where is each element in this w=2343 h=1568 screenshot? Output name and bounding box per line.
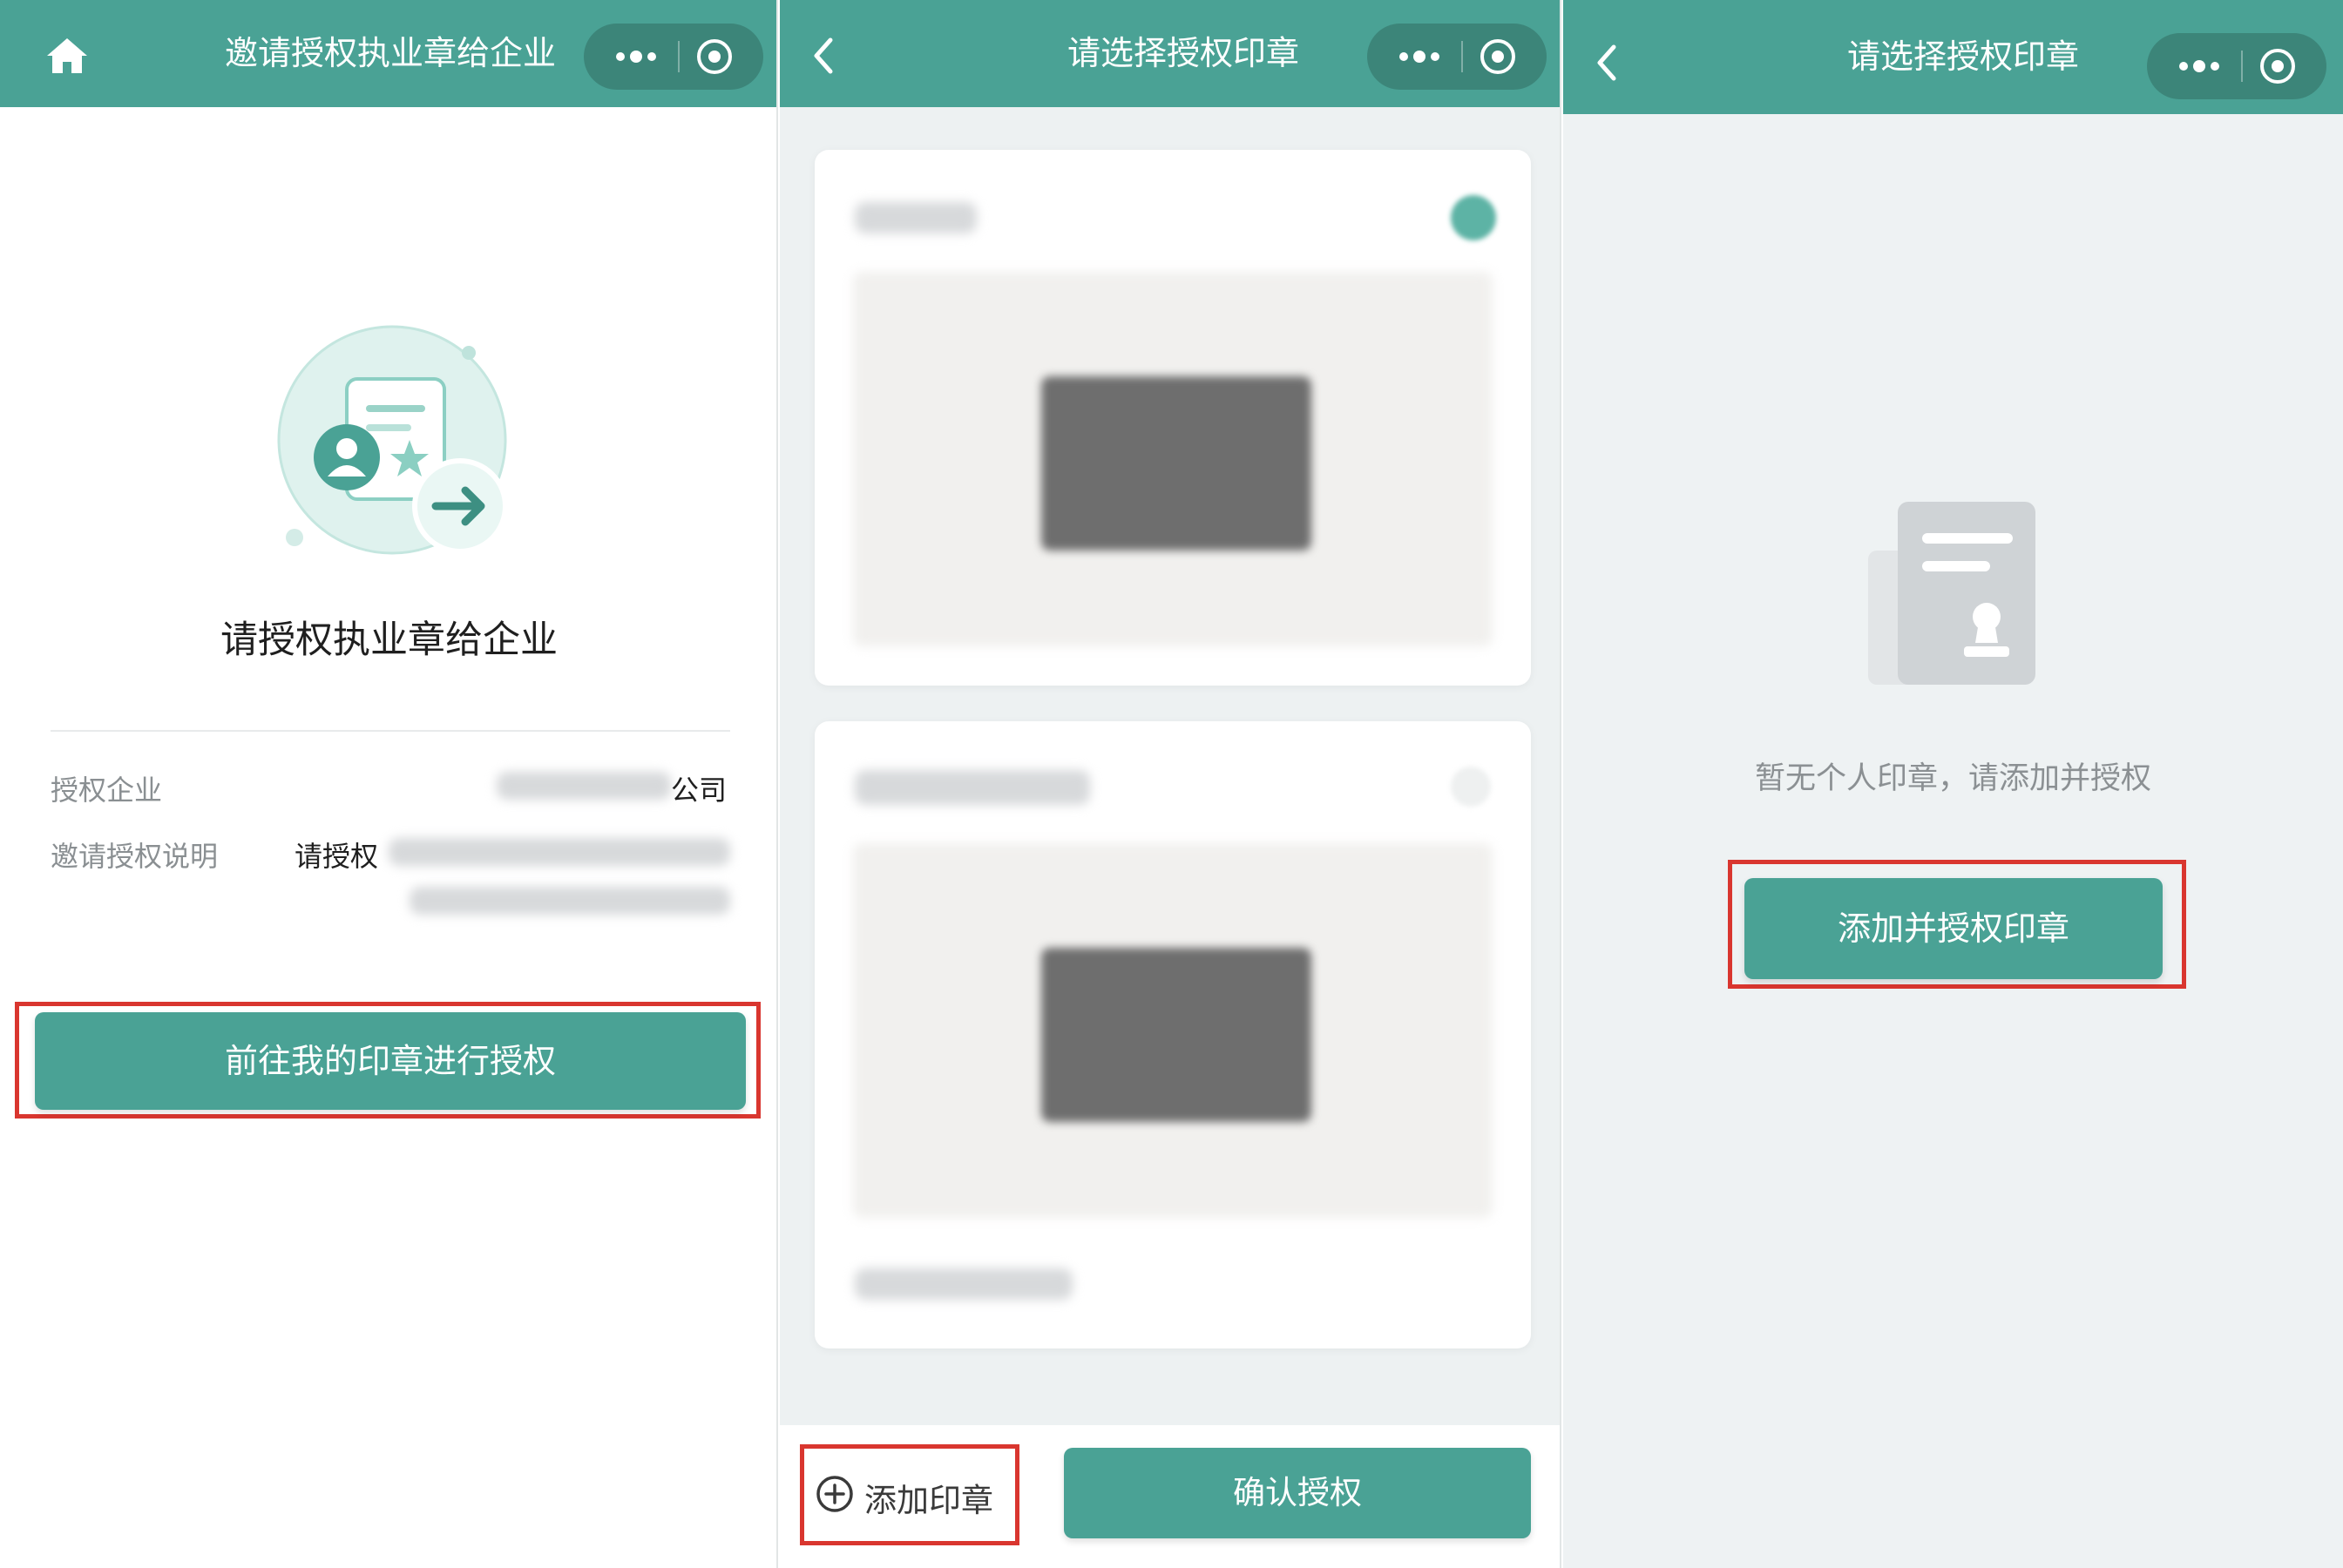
add-seal-link[interactable]: 添加印章 <box>864 1474 993 1521</box>
navigation-bar: 请选择授权印章 <box>1563 0 2343 114</box>
empty-state-message: 暂无个人印章，请添加并授权 <box>1754 761 2151 796</box>
seal-card[interactable] <box>815 150 1531 686</box>
select-seal-screen: 请选择授权印章 添加印章 确认授权 <box>780 0 1561 1568</box>
empty-document-icon <box>1868 502 2035 685</box>
more-dots-icon[interactable] <box>2173 51 2225 82</box>
description-label: 邀请授权说明 <box>51 840 219 873</box>
redacted-description-line2 <box>410 887 730 915</box>
navigation-bar: 邀请授权执业章给企业 <box>0 0 776 107</box>
redacted-seal-info <box>855 1268 1073 1300</box>
target-circle-icon[interactable] <box>1479 37 1517 76</box>
back-chevron-icon[interactable] <box>809 37 836 75</box>
authorize-illustration <box>277 325 508 555</box>
screenshot-root: 邀请授权执业章给企业 请授权执业章给企业 授权企业 公司 邀请授权说明 请授权 … <box>0 0 2343 1568</box>
selected-check-icon[interactable] <box>1451 195 1496 240</box>
empty-seal-screen: 请选择授权印章 暂无个人印章，请添加并授权 添加并授权印章 <box>1563 0 2343 1568</box>
invite-authorize-screen: 邀请授权执业章给企业 请授权执业章给企业 授权企业 公司 邀请授权说明 请授权 … <box>0 0 778 1568</box>
more-dots-icon[interactable] <box>1393 41 1446 72</box>
target-circle-icon[interactable] <box>2258 47 2297 85</box>
home-icon[interactable] <box>45 37 89 75</box>
mini-program-capsule <box>2147 33 2326 99</box>
go-authorize-button[interactable]: 前往我的印章进行授权 <box>35 1012 746 1110</box>
target-circle-icon[interactable] <box>695 37 734 76</box>
add-authorize-seal-button[interactable]: 添加并授权印章 <box>1744 878 2163 979</box>
mini-program-capsule <box>1367 24 1547 90</box>
company-label: 授权企业 <box>51 774 163 807</box>
unselected-radio-icon[interactable] <box>1451 767 1491 807</box>
back-chevron-icon[interactable] <box>1593 44 1619 82</box>
company-value: 公司 <box>671 774 728 807</box>
redacted-company-name <box>497 772 671 800</box>
navigation-bar: 请选择授权印章 <box>780 0 1560 107</box>
invite-heading: 请授权执业章给企业 <box>220 618 558 662</box>
page-title: 请选择授权印章 <box>1847 37 2080 76</box>
page-title: 邀请授权执业章给企业 <box>225 34 557 72</box>
redacted-seal-title <box>855 770 1090 805</box>
capsule-separator <box>2241 51 2243 82</box>
plus-circle-icon[interactable] <box>815 1474 855 1514</box>
seal-image <box>1041 376 1311 551</box>
capsule-separator <box>1461 41 1463 72</box>
redacted-seal-title <box>855 202 977 233</box>
more-dots-icon[interactable] <box>610 41 662 72</box>
divider <box>51 730 730 732</box>
redacted-description-line1 <box>389 838 730 866</box>
seal-card[interactable] <box>815 721 1531 1348</box>
confirm-authorize-button[interactable]: 确认授权 <box>1064 1448 1531 1538</box>
page-title: 请选择授权印章 <box>1067 34 1300 72</box>
description-value: 请授权 <box>295 840 379 873</box>
seal-image <box>1041 948 1311 1122</box>
capsule-separator <box>678 41 680 72</box>
mini-program-capsule <box>584 24 763 90</box>
